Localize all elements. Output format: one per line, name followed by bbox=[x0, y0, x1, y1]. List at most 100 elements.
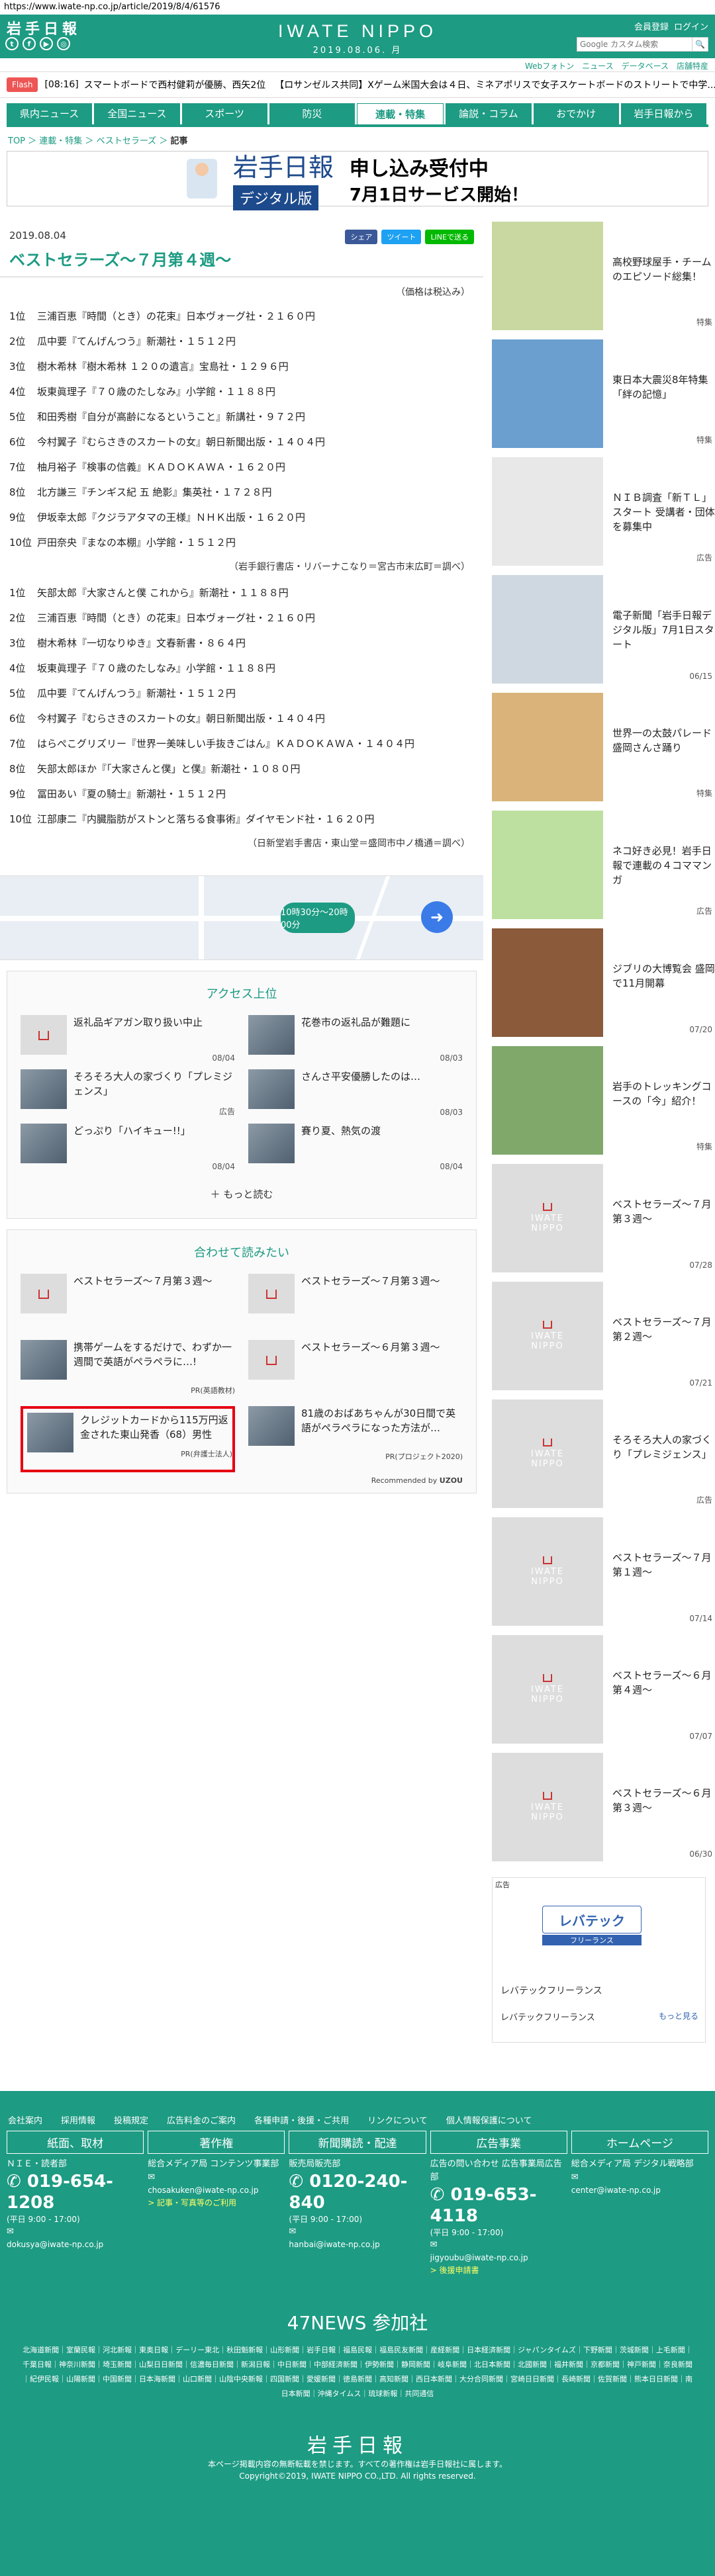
recommend-item[interactable]: ベストセラーズ〜６月第３週〜 bbox=[248, 1340, 463, 1406]
search-button[interactable]: 🔍 bbox=[692, 37, 708, 52]
nav-outings[interactable]: おでかけ bbox=[533, 103, 619, 124]
sub-link-photo[interactable]: Webフォトン bbox=[525, 60, 574, 71]
sidebar-item[interactable]: ジブリの大博覧会 盛岡で11月開幕 07/20 bbox=[492, 928, 715, 1046]
more-link[interactable]: ＋ もっと読む bbox=[7, 1178, 476, 1218]
nav-from-iwate[interactable]: 岩手日報から bbox=[620, 103, 706, 124]
ranking-row: 7位 柚月裕子『検事の信義』ＫＡＤＯＫＡＷＡ・１６２０円 bbox=[0, 455, 483, 480]
line-share-button[interactable]: LINEで送る bbox=[425, 230, 474, 244]
nav-features[interactable]: 連載・特集 bbox=[357, 103, 444, 124]
ranking-row: 6位 今村翼子『むらさきのスカートの女』朝日新聞出版・１４０４円 bbox=[0, 429, 483, 455]
sub-link-shop[interactable]: 店舗特産 bbox=[677, 60, 708, 71]
recommend-item[interactable]: 携帯ゲームをするだけで、わずか一週間で英語がペラペラに…! PR(英語教材) bbox=[21, 1340, 235, 1406]
footer-column-link[interactable]: > 後援申請書 bbox=[430, 2264, 567, 2277]
nav-prefecture-news[interactable]: 県内ニュース bbox=[7, 103, 93, 124]
footer-link[interactable]: 各種申請・後援・ご共用 bbox=[254, 2113, 349, 2131]
footer-link[interactable]: 投稿規定 bbox=[114, 2113, 148, 2131]
instagram-icon[interactable]: ◎ bbox=[57, 37, 70, 50]
footer-mail[interactable]: hanbai@iwate-np.co.jp bbox=[289, 2239, 426, 2250]
nav-editorial[interactable]: 論説・コラム bbox=[446, 103, 532, 124]
footer-phone[interactable]: ✆ 019-653-4118 bbox=[430, 2184, 567, 2227]
recommend-thumb bbox=[21, 1340, 67, 1380]
news47-papers[interactable]: 北海道新聞｜室蘭民報｜河北新報｜東奥日報｜デーリー東北｜秋田魁新報｜山形新聞｜岩… bbox=[0, 2335, 715, 2409]
url-bar[interactable]: https://www.iwate-np.co.jp/article/2019/… bbox=[0, 0, 715, 15]
sidebar-item[interactable]: 世界一の太鼓パレード 盛岡さんさ踊り 特集 bbox=[492, 693, 715, 811]
sidebar-item[interactable]: IWATE NIPPO ベストセラーズ〜６月第３週〜 06/30 bbox=[492, 1753, 715, 1871]
sidebar-item[interactable]: IWATE NIPPO ベストセラーズ〜７月第３週〜 07/28 bbox=[492, 1164, 715, 1282]
footer-link[interactable]: 採用情報 bbox=[61, 2113, 95, 2131]
ranking-text: 矢部太郎ほか『「大家さんと僕」と僕』新潮社・１０８０円 bbox=[37, 763, 301, 775]
recommend-item[interactable]: クレジットカードから115万円返金された東山発香（68）男性 PR(弁護士法人) bbox=[21, 1406, 235, 1472]
sidebar-item[interactable]: 電子新聞「岩手日報デジタル版」7月1日スタート 06/15 bbox=[492, 575, 715, 693]
sidebar-item[interactable]: IWATE NIPPO ベストセラーズ〜７月第１週〜 07/14 bbox=[492, 1517, 715, 1635]
sidebar-item-date: 特集 bbox=[696, 435, 712, 445]
nav-disaster[interactable]: 防災 bbox=[269, 103, 355, 124]
ranking-number: 3位 bbox=[9, 361, 26, 373]
nav-sports[interactable]: スポーツ bbox=[181, 103, 267, 124]
access-item[interactable]: 返礼品ギアガン取り扱い中止 08/04 bbox=[21, 1015, 235, 1069]
twitter-icon[interactable]: t bbox=[5, 37, 19, 50]
footer-contact-columns: 紙面、取材 ＮＩＥ・読者部 ✆ 019-654-1208 (平日 9:00 - 17:… bbox=[0, 2131, 715, 2277]
sub-link-database[interactable]: データベース bbox=[622, 60, 669, 71]
footer-column-link[interactable]: > 記事・写真等のご利用 bbox=[148, 2196, 285, 2209]
mail-icon[interactable]: ✉ bbox=[430, 2239, 567, 2252]
access-item[interactable]: そろそろ大人の家づくり「プレミジェンス」 広告 bbox=[21, 1069, 235, 1124]
flash-item[interactable]: 【ロサンゼルス共同】Xゲーム米国大会は４日、ミネアポリスで女子スケートボードのス… bbox=[275, 78, 715, 91]
mail-icon[interactable]: ✉ bbox=[148, 2171, 285, 2184]
youtube-icon[interactable]: ▶ bbox=[40, 37, 53, 50]
access-item[interactable]: どっぷり「ハイキュー!!」 08/04 bbox=[21, 1124, 235, 1178]
footer-link[interactable]: リンクについて bbox=[367, 2113, 428, 2131]
search-input[interactable] bbox=[577, 37, 692, 52]
map-route-hours[interactable]: 10時30分〜20時00分 bbox=[281, 903, 355, 933]
footer-logo[interactable]: 岩手日報 bbox=[0, 2409, 715, 2458]
footer-link[interactable]: 個人情報保護について bbox=[446, 2113, 532, 2131]
footer-link[interactable]: 広告料金のご案内 bbox=[167, 2113, 236, 2131]
footer-mail[interactable]: dokusya@iwate-np.co.jp bbox=[7, 2239, 144, 2250]
recommend-item-title: クレジットカードから115万円返金された東山発香（68）男性 bbox=[80, 1414, 228, 1441]
ranking-text: 今村翼子『むらさきのスカートの女』朝日新聞出版・１４０４円 bbox=[37, 713, 326, 725]
sub-link-news[interactable]: ニュース bbox=[582, 60, 613, 71]
sidebar-item[interactable]: 東日本大震災8年特集「絆の記憶」 特集 bbox=[492, 339, 715, 457]
sidebar-item[interactable]: IWATE NIPPO そろそろ大人の家づくり「プレミジェンス」 広告 bbox=[492, 1399, 715, 1517]
footer-mail[interactable]: chosakuken@iwate-np.co.jp bbox=[148, 2184, 285, 2196]
sidebar-item[interactable]: ネコ好き必見！岩手日報で連載の４コママンガ 広告 bbox=[492, 811, 715, 928]
twitter-share-button[interactable]: ツイート bbox=[381, 230, 422, 244]
map-widget[interactable]: 10時30分〜20時00分 ➜ bbox=[0, 875, 483, 960]
site-logo[interactable]: 岩手日報 bbox=[7, 17, 81, 38]
recommend-item[interactable]: ベストセラーズ〜７月第３週〜 bbox=[21, 1274, 235, 1340]
register-link[interactable]: 会員登録 bbox=[634, 20, 669, 32]
footer-link[interactable]: 会社案内 bbox=[8, 2113, 42, 2131]
recommend-item[interactable]: 81歳のおばあちゃんが30日間で英語がペラペラになった方法が… PR(プロジェクト… bbox=[248, 1406, 463, 1472]
footer-phone[interactable]: ✆ 0120-240-840 bbox=[289, 2171, 426, 2213]
facebook-share-button[interactable]: シェア bbox=[345, 230, 378, 244]
sidebar-ad[interactable]: 広告 レバテック フリーランス レバテックフリーランス レバテックフリーランス … bbox=[492, 1877, 706, 2043]
access-item[interactable]: 花巻市の返礼品が難題に 08/03 bbox=[248, 1015, 463, 1069]
nav-national-news[interactable]: 全国ニュース bbox=[94, 103, 180, 124]
flash-item[interactable]: スマートボードで西村健莉が優勝、西矢2位 bbox=[84, 78, 266, 91]
breadcrumb-top[interactable]: TOP bbox=[8, 136, 25, 146]
sidebar-item[interactable]: IWATE NIPPO ベストセラーズ〜６月第４週〜 07/07 bbox=[492, 1635, 715, 1753]
access-item[interactable]: さんさ平安優勝したのは… 08/03 bbox=[248, 1069, 463, 1124]
banner-digital: デジタル版 bbox=[232, 185, 319, 210]
digital-edition-banner[interactable]: 岩手日報 デジタル版 申し込み受付中 7月1日サービス開始！ bbox=[7, 151, 708, 210]
login-link[interactable]: ログイン bbox=[674, 20, 708, 32]
mail-icon[interactable]: ✉ bbox=[571, 2171, 708, 2184]
footer-mail[interactable]: jigyoubu@iwate-np.co.jp bbox=[430, 2252, 567, 2264]
recommend-item-title: ベストセラーズ〜７月第３週〜 bbox=[301, 1275, 440, 1287]
sidebar-item[interactable]: 岩手のトレッキングコースの「今」紹介！ 特集 bbox=[492, 1046, 715, 1164]
breadcrumb-features[interactable]: 連載・特集 bbox=[39, 136, 82, 146]
masthead-brand[interactable]: IWATE NIPPO bbox=[278, 21, 437, 42]
sidebar-item[interactable]: IWATE NIPPO ベストセラーズ〜７月第２週〜 07/21 bbox=[492, 1282, 715, 1399]
ad-more-link[interactable]: もっと見る bbox=[659, 2010, 698, 2021]
breadcrumb-bestsellers[interactable]: ベストセラーズ bbox=[97, 136, 157, 146]
facebook-icon[interactable]: f bbox=[23, 37, 36, 50]
access-item[interactable]: 賽り夏、熱気の渡 08/04 bbox=[248, 1124, 463, 1178]
mail-icon[interactable]: ✉ bbox=[7, 2225, 144, 2239]
recommend-item[interactable]: ベストセラーズ〜７月第３週〜 bbox=[248, 1274, 463, 1340]
footer-mail[interactable]: center@iwate-np.co.jp bbox=[571, 2184, 708, 2196]
sidebar-item[interactable]: ＮＩＢ調査「新ＴＬ」スタート 受講者・団体を募集中 広告 bbox=[492, 457, 715, 575]
ranking-text: はらぺこグリズリー『世界一美味しい手抜きごはん』ＫＡＤＯＫＡＷＡ・１４０４円 bbox=[37, 738, 415, 750]
footer-phone[interactable]: ✆ 019-654-1208 bbox=[7, 2171, 144, 2213]
sidebar-item[interactable]: 高校野球屋手・チームのエピソード総集！ 特集 bbox=[492, 222, 715, 339]
mail-icon[interactable]: ✉ bbox=[289, 2225, 426, 2239]
directions-icon[interactable]: ➜ bbox=[421, 901, 453, 933]
